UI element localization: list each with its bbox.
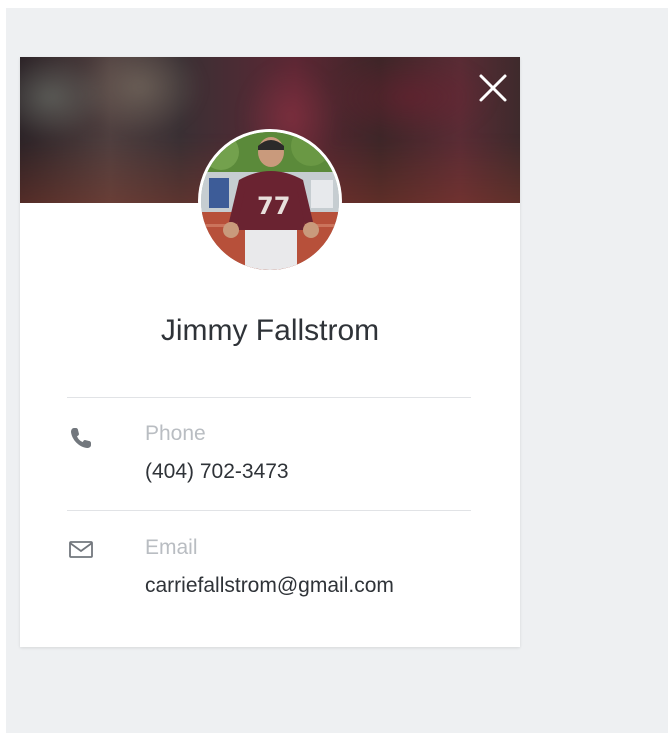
phone-icon bbox=[68, 425, 94, 451]
email-label: Email bbox=[145, 536, 198, 559]
phone-value[interactable]: (404) 702-3473 bbox=[145, 460, 289, 484]
avatar: 77 bbox=[198, 129, 342, 273]
email-value[interactable]: carriefallstrom@gmail.com bbox=[145, 574, 394, 598]
contact-card: 77 Jimmy Fallstrom Phone (404) 702-3473 … bbox=[20, 57, 520, 647]
divider bbox=[67, 397, 471, 398]
svg-text:77: 77 bbox=[257, 192, 290, 220]
contact-name: Jimmy Fallstrom bbox=[160, 314, 380, 347]
avatar-photo: 77 bbox=[201, 132, 339, 270]
phone-label: Phone bbox=[145, 422, 206, 445]
envelope-icon bbox=[68, 537, 94, 563]
close-icon bbox=[479, 74, 507, 102]
close-button[interactable] bbox=[476, 71, 510, 105]
page-background: 77 Jimmy Fallstrom Phone (404) 702-3473 … bbox=[6, 8, 668, 733]
divider bbox=[67, 510, 471, 511]
